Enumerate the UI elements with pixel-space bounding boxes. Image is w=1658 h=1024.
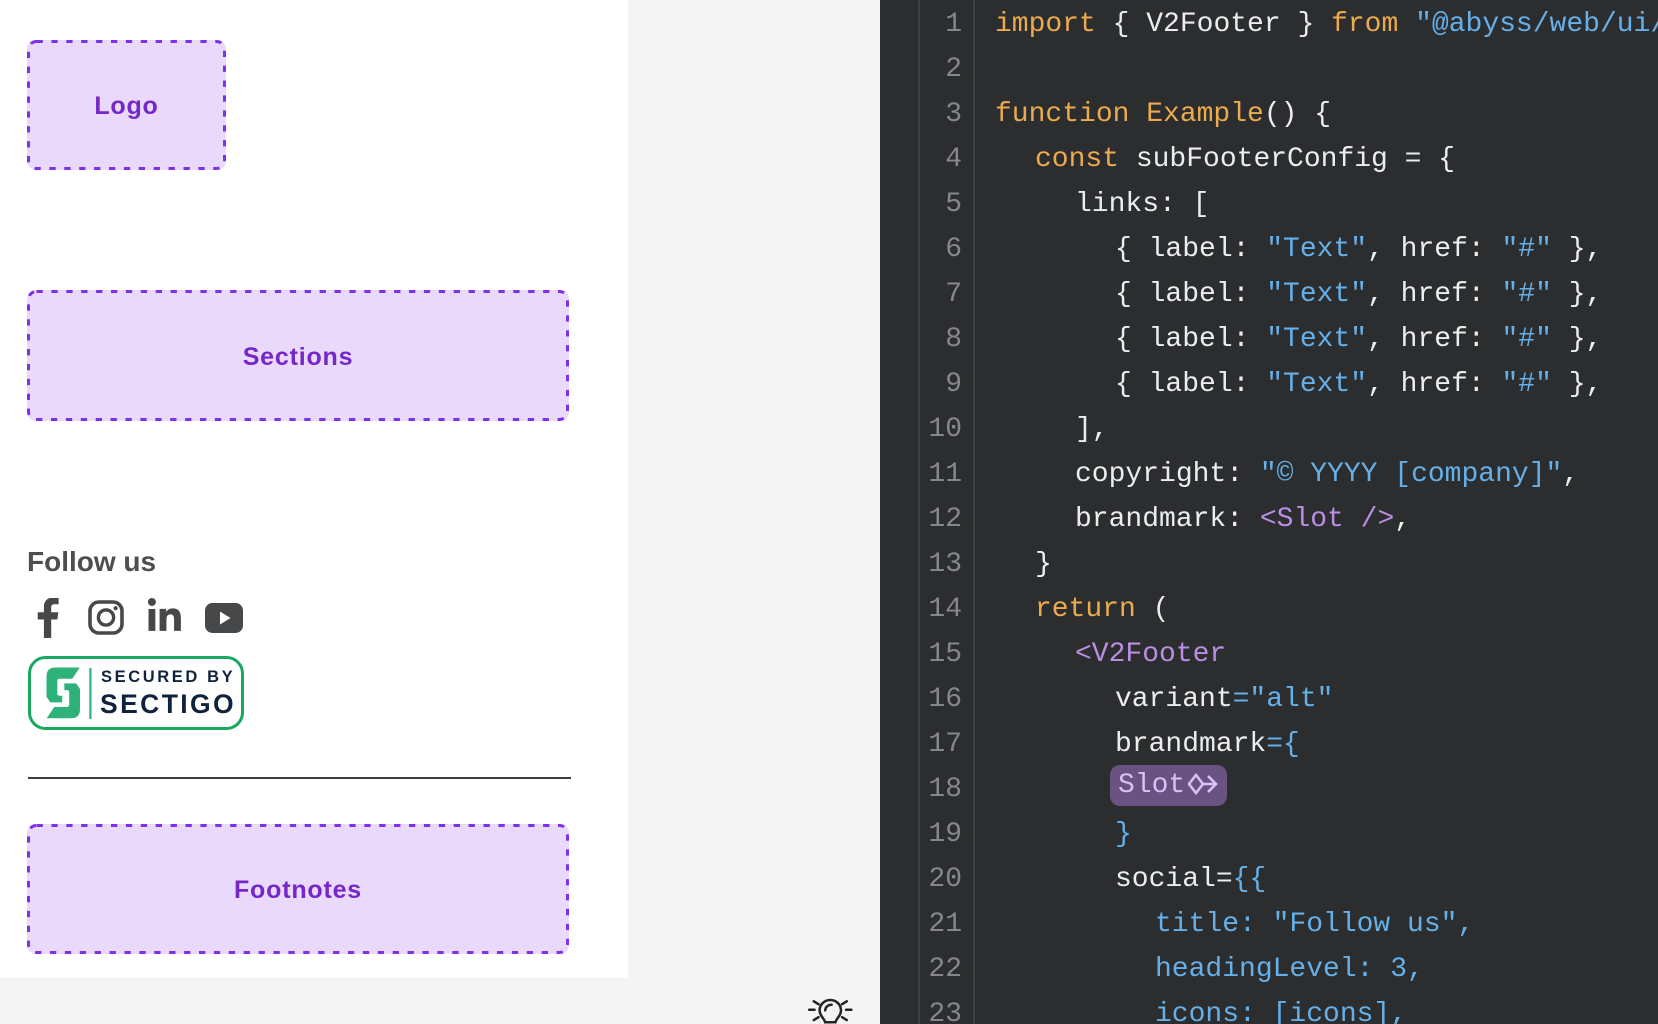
svg-text:SECURED BY: SECURED BY (101, 668, 235, 686)
svg-text:SECTIGO: SECTIGO (100, 689, 236, 719)
